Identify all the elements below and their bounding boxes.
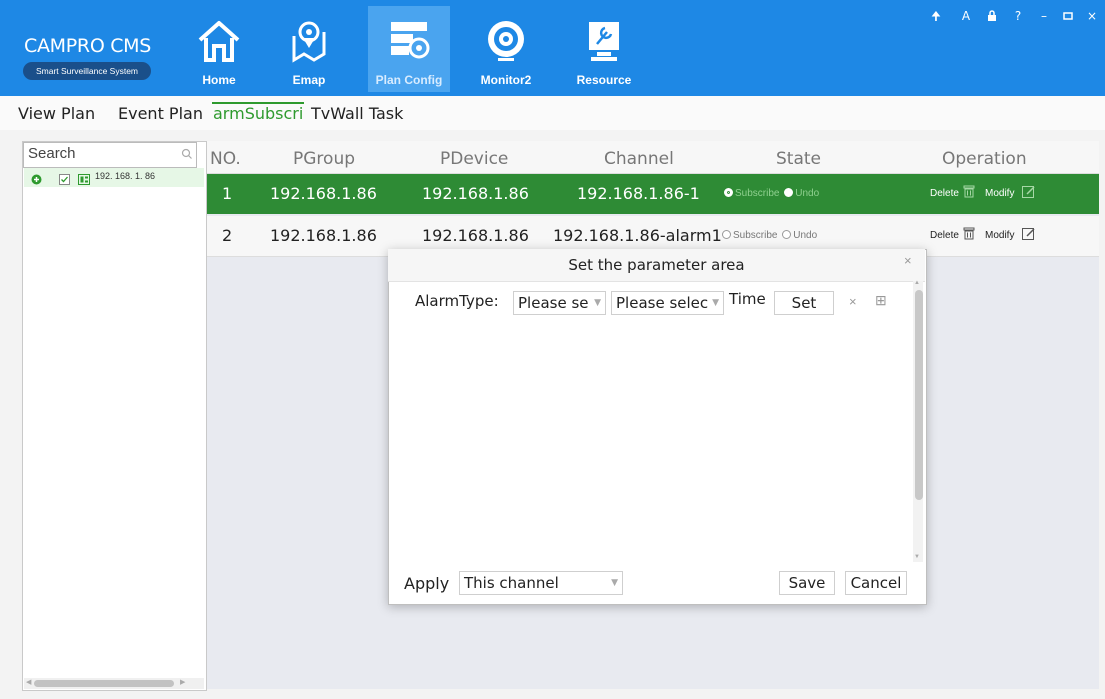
cell-pdevice: 192.168.1.86 — [422, 226, 529, 245]
nav-monitor2-label: Monitor2 — [480, 73, 532, 87]
close-button[interactable]: × — [1082, 6, 1102, 26]
cell-no: 2 — [222, 226, 233, 245]
monitor-icon — [488, 21, 524, 61]
alarm-subtype-select-value: Please selec — [616, 294, 709, 312]
expand-plus-icon[interactable] — [31, 174, 42, 185]
nav-home-label: Home — [202, 73, 236, 87]
time-label: Time — [729, 290, 766, 308]
help-icon[interactable]: ? — [1008, 6, 1028, 26]
alarm-type-select[interactable]: Please se ▼ — [513, 291, 606, 315]
alarm-type-label: AlarmType: — [415, 292, 499, 310]
horizontal-scroll-thumb[interactable] — [34, 680, 174, 687]
lock-icon[interactable] — [982, 6, 1002, 26]
chevron-down-icon: ▼ — [594, 298, 601, 308]
cell-no: 1 — [222, 184, 233, 203]
tab-event-plan[interactable]: Event Plan — [118, 104, 203, 123]
chevron-down-icon: ▼ — [712, 298, 719, 308]
scroll-down-icon[interactable]: ▼ — [914, 554, 920, 560]
nav-emap-label: Emap — [292, 73, 326, 87]
search-placeholder: Search — [28, 145, 76, 162]
edit-icon[interactable] — [1022, 227, 1036, 240]
delete-link[interactable]: Delete — [930, 230, 959, 241]
apply-scope-select[interactable]: This channel ▼ — [459, 571, 623, 595]
tree-checkbox[interactable] — [59, 174, 70, 185]
cancel-button[interactable]: Cancel — [845, 571, 907, 595]
search-icon[interactable] — [181, 148, 193, 160]
tab-view-plan[interactable]: View Plan — [18, 104, 95, 123]
add-row-icon[interactable]: ⊞ — [875, 292, 887, 309]
trash-icon[interactable] — [963, 227, 975, 240]
cell-pgroup: 192.168.1.86 — [270, 184, 377, 203]
app-title: CAMPRO CMS — [24, 35, 152, 57]
alarm-type-select-value: Please se — [518, 294, 589, 312]
save-button[interactable]: Save — [779, 571, 835, 595]
nav-resource[interactable]: Resource — [563, 6, 645, 92]
dialog-close-icon[interactable]: × — [904, 253, 912, 268]
header-pdevice: PDevice — [440, 149, 509, 169]
subscribe-label: Subscribe — [733, 230, 778, 241]
user-icon[interactable]: A — [956, 6, 976, 26]
edit-icon[interactable] — [1022, 185, 1036, 198]
app-subtitle-badge: Smart Surveillance System — [23, 62, 151, 80]
delete-link[interactable]: Delete — [930, 188, 959, 199]
header-operation: Operation — [942, 149, 1027, 169]
cell-pdevice: 192.168.1.86 — [422, 184, 529, 203]
set-time-button[interactable]: Set — [774, 291, 834, 315]
undo-label: Undo — [793, 230, 818, 241]
state-radio-group: Subscribe Undo — [722, 230, 817, 241]
home-icon — [198, 21, 240, 62]
apply-scope-value: This channel — [464, 574, 559, 592]
tab-tvwall-task[interactable]: TvWall Task — [311, 104, 403, 123]
remove-row-icon[interactable]: × — [849, 294, 857, 309]
minimize-button[interactable]: – — [1034, 6, 1054, 26]
tree-item-label: 192. 168. 1. 86 — [95, 171, 156, 181]
modify-link[interactable]: Modify — [985, 188, 1014, 199]
nav-resource-label: Resource — [576, 73, 632, 87]
subscribe-label: Subscribe — [735, 188, 780, 199]
state-radio-group: Subscribe Undo — [724, 188, 819, 199]
dialog-scroll-thumb[interactable] — [915, 290, 923, 500]
dialog-title: Set the parameter area — [568, 256, 745, 274]
cell-channel: 192.168.1.86-1 — [577, 184, 700, 203]
resource-wrench-icon — [589, 22, 619, 61]
map-pin-icon — [292, 21, 326, 63]
undo-label: Undo — [795, 188, 820, 199]
chevron-down-icon: ▼ — [611, 578, 618, 588]
undo-radio[interactable] — [782, 230, 792, 239]
header-pgroup: PGroup — [293, 149, 356, 169]
scroll-right-icon[interactable]: ▶ — [180, 678, 185, 686]
subscribe-radio[interactable] — [724, 188, 733, 197]
nav-plan-config[interactable]: Plan Config — [368, 6, 450, 92]
cell-channel: 192.168.1.86-alarm1 — [553, 226, 722, 245]
device-icon — [78, 174, 90, 185]
nav-emap[interactable]: Emap — [268, 6, 350, 92]
alarm-subtype-select[interactable]: Please selec ▼ — [611, 291, 724, 315]
pin-icon[interactable]: 🠉 — [926, 6, 946, 26]
maximize-button[interactable] — [1058, 6, 1078, 26]
plan-config-icon — [391, 22, 430, 59]
tab-alarm-subscribe[interactable]: armSubscril — [213, 104, 303, 123]
header-no: NO. — [210, 149, 241, 169]
undo-radio[interactable] — [784, 188, 794, 197]
nav-home[interactable]: Home — [178, 6, 260, 92]
cell-pgroup: 192.168.1.86 — [270, 226, 377, 245]
modify-link[interactable]: Modify — [985, 230, 1014, 241]
nav-monitor2[interactable]: Monitor2 — [465, 6, 547, 92]
device-tree-panel — [22, 141, 207, 691]
nav-plan-config-label: Plan Config — [375, 73, 443, 87]
apply-label: Apply — [404, 574, 450, 593]
header-channel: Channel — [604, 149, 674, 169]
subscribe-radio[interactable] — [722, 230, 731, 239]
header-state: State — [776, 149, 821, 169]
trash-icon[interactable] — [963, 185, 975, 198]
scroll-up-icon[interactable]: ▲ — [914, 280, 920, 286]
scroll-left-icon[interactable]: ◀ — [26, 678, 31, 686]
